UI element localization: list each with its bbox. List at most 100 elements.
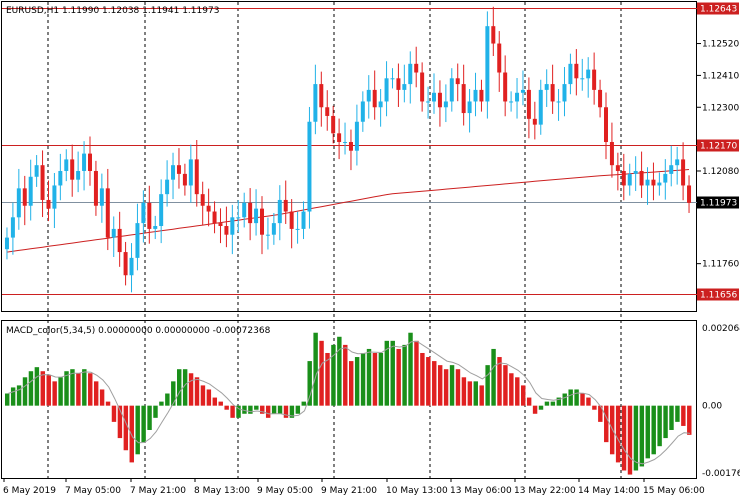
candle-body (408, 63, 413, 85)
candle-body (372, 89, 377, 108)
macd-bar (479, 385, 484, 406)
macd-bar (586, 397, 591, 406)
macd-bar (580, 393, 585, 406)
chart-window[interactable]: 1.126431.121701.116561.11973 1.125201.12… (0, 0, 740, 500)
candle-body (657, 182, 662, 186)
macd-bar (461, 377, 467, 406)
macd-bar (491, 348, 496, 406)
candle-body (538, 89, 543, 125)
candle-body (331, 115, 336, 134)
macd-bar (396, 348, 401, 406)
candle-body (645, 179, 650, 186)
macd-bar (349, 361, 354, 406)
candle-body (627, 173, 632, 186)
candle-body (461, 84, 466, 114)
macd-bar (230, 405, 235, 418)
macd-bar (366, 348, 372, 406)
macd-bar (687, 405, 692, 435)
macd-bar (426, 357, 431, 406)
candle-body (224, 226, 229, 235)
macd-bar (70, 369, 75, 406)
macd-bar (46, 375, 51, 406)
macd-bar (592, 405, 597, 410)
candle-body (123, 252, 128, 276)
macd-bar (165, 393, 170, 406)
candle-body (503, 72, 508, 102)
candle-body (28, 176, 33, 206)
candle-body (99, 188, 104, 206)
macd-axis: 0.0020647 0.00 -0.0017603 (702, 324, 740, 479)
macd-bar (200, 385, 206, 406)
macd-bar (5, 393, 10, 406)
candle-body (135, 223, 140, 258)
time-axis-label: 7 May 05:00 (65, 486, 121, 496)
time-axis-label: 8 May 13:00 (194, 486, 250, 496)
macd-bar (10, 387, 16, 406)
time-axis-label: 10 May 13:00 (386, 486, 448, 496)
candle-body (188, 159, 193, 186)
macd-bar (532, 405, 538, 414)
macd-bar (40, 371, 46, 406)
candle-body (604, 107, 608, 143)
macd-bar (663, 405, 668, 439)
macd-bar (188, 373, 194, 406)
candle-body (212, 211, 217, 224)
macd-bar (88, 373, 93, 406)
candle-body (615, 165, 620, 171)
macd-bar (473, 381, 478, 406)
macd-bar (82, 369, 87, 406)
candle-body (669, 165, 674, 174)
candle-body (390, 78, 395, 80)
candle-body (230, 217, 235, 235)
macd-bar (212, 397, 218, 406)
candle-body (46, 199, 51, 209)
candle-body (283, 199, 288, 212)
candle-body (598, 89, 603, 108)
macd-bar (420, 352, 425, 406)
macd-bar (141, 405, 146, 443)
candle-body (532, 118, 537, 125)
macd-bar (455, 369, 461, 406)
macd-bar (22, 377, 28, 406)
time-axis-label: 9 May 21:00 (321, 486, 377, 496)
time-axis-label: 9 May 05:00 (257, 486, 313, 496)
candle-body (141, 202, 146, 224)
macd-bar (414, 340, 419, 406)
macd-bar (615, 405, 621, 463)
candle-body (165, 179, 170, 195)
macd-bar (443, 369, 449, 406)
candle-body (633, 170, 638, 174)
level-price-tag-text: 1.12643 (700, 5, 737, 15)
price-axis-label: 1.12080 (702, 167, 739, 177)
candle-body (194, 159, 199, 195)
time-axis-label: 13 May 06:00 (450, 486, 512, 496)
candle-body (609, 142, 614, 166)
candle-body (562, 84, 567, 102)
main-chart-panel[interactable] (1, 1, 697, 312)
macd-bar (562, 393, 567, 406)
time-axis: 6 May 2019 7 May 05:00 7 May 21:00 8 May 13… (3, 478, 705, 496)
candle-body (325, 107, 330, 116)
macd-bar (467, 381, 473, 406)
macd-bar (526, 397, 532, 406)
candle-body (586, 69, 591, 79)
candle-body (58, 170, 63, 186)
macd-bar (159, 401, 164, 406)
macd-bar (574, 389, 579, 406)
candle-body (105, 188, 110, 238)
candle-body (485, 26, 490, 102)
candle-body (117, 228, 122, 253)
macd-axis-label: 0.00 (702, 402, 722, 412)
candle-body (111, 228, 116, 238)
macd-bar (105, 401, 111, 406)
level-price-tag-text: 1.12170 (700, 142, 737, 152)
candle-body (129, 257, 134, 276)
macd-bar (111, 405, 117, 422)
price-axis-label: 1.12410 (702, 71, 739, 81)
candle-body (307, 121, 312, 212)
macd-bar (135, 405, 140, 455)
macd-bar (271, 405, 277, 414)
candle-body (449, 78, 454, 102)
candle-body (687, 185, 692, 203)
candle-body (396, 78, 401, 90)
